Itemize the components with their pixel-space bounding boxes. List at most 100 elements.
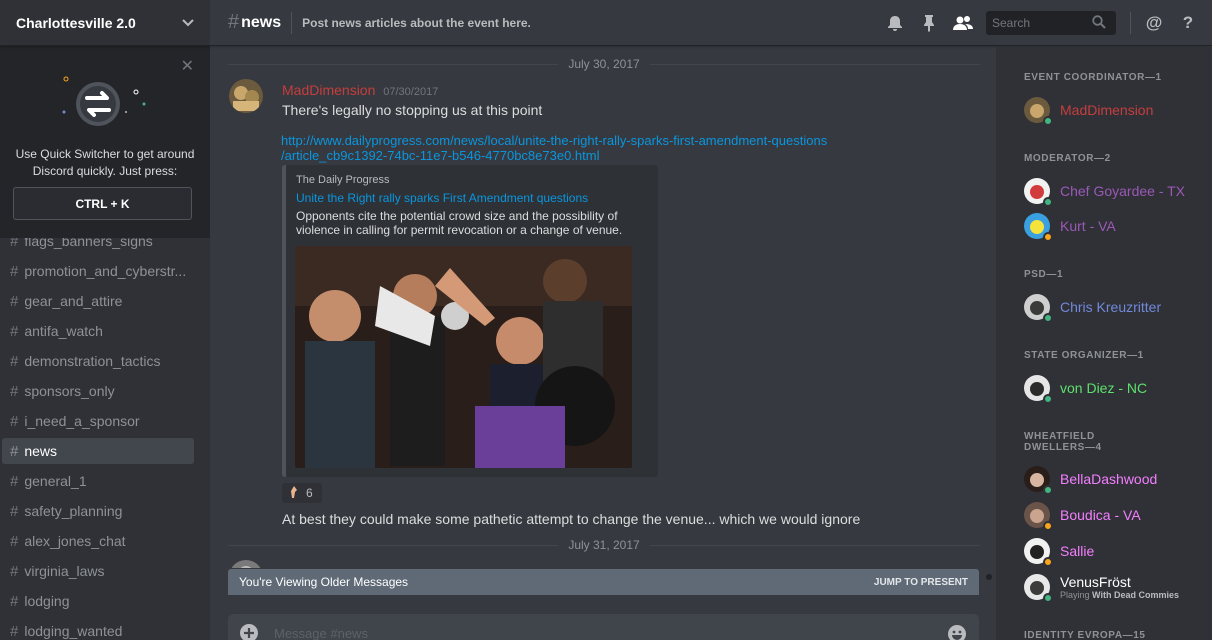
status-icon xyxy=(1043,394,1053,404)
channel-list: # flags_banners_signs # promotion_and_cyber… xyxy=(0,228,210,640)
avatar[interactable] xyxy=(229,560,263,568)
close-icon[interactable]: ✕ xyxy=(181,56,194,76)
embed-title[interactable]: Unite the Right rally sparks First Amend… xyxy=(296,191,648,205)
pin-icon[interactable] xyxy=(917,11,941,35)
message-text: There's legally no stopping us at this p… xyxy=(282,102,543,118)
channel-name: lodging_wanted xyxy=(24,623,123,639)
channel-name: sponsors_only xyxy=(24,383,115,399)
popout-message: Use Quick Switcher to get around Discord… xyxy=(15,147,195,178)
member-item[interactable]: Chris Kreuzritter xyxy=(1024,291,1204,323)
member-item[interactable]: Kurt - VA xyxy=(1024,210,1204,242)
link-line: http://www.dailyprogress.com/news/local/… xyxy=(281,133,828,148)
hash-icon: # xyxy=(10,472,19,490)
channel-item[interactable]: # general_1 xyxy=(2,468,194,494)
channel-name: safety_planning xyxy=(24,503,123,519)
scrollbar[interactable] xyxy=(986,574,992,580)
date-label: July 30, 2017 xyxy=(568,57,640,71)
jump-to-present-button[interactable]: JUMP TO PRESENT xyxy=(874,577,968,588)
reaction[interactable]: 6 xyxy=(282,483,322,503)
member-item[interactable]: von Diez - NC xyxy=(1024,372,1204,404)
member-group-header: MODERATOR—2 xyxy=(1024,153,1111,164)
search-box[interactable] xyxy=(986,11,1116,35)
mention-icon[interactable]: @ xyxy=(1142,11,1166,35)
channel-item[interactable]: # lodging xyxy=(2,588,194,614)
member-item[interactable]: Chef Goyardee - TX xyxy=(1024,175,1204,207)
channel-item[interactable]: # promotion_and_cyberstr... xyxy=(2,258,194,284)
avatar xyxy=(1024,466,1053,495)
embed-description: Opponents cite the potential crowd size … xyxy=(296,209,623,237)
channel-item[interactable]: # safety_planning xyxy=(2,498,194,524)
server-header[interactable]: Charlottesville 2.0 xyxy=(0,0,210,46)
older-messages-bar: You're Viewing Older Messages JUMP TO PR… xyxy=(228,569,979,595)
date-divider: July 30, 2017 xyxy=(228,57,981,71)
member-item[interactable]: BellaDashwood xyxy=(1024,463,1204,495)
add-attachment-icon[interactable] xyxy=(240,624,258,640)
link-line: /article_cb9c1392-74bc-11e7-b546-4770bc8… xyxy=(281,148,600,163)
hash-icon: # xyxy=(10,592,19,610)
member-item[interactable]: Boudica - VA xyxy=(1024,499,1204,531)
avatar xyxy=(1024,213,1053,242)
member-name: BellaDashwood xyxy=(1060,471,1158,487)
member-item[interactable]: VenusFröst Playing With Dead Commies xyxy=(1024,571,1204,603)
chevron-down-icon[interactable] xyxy=(182,16,194,30)
channel-name: promotion_and_cyberstr... xyxy=(24,263,187,279)
channel-header: # news Post news articles about the even… xyxy=(210,0,1212,46)
embed-provider: The Daily Progress xyxy=(296,174,390,186)
embed-image[interactable] xyxy=(295,246,632,468)
avatar xyxy=(1024,375,1053,404)
message-link[interactable]: http://www.dailyprogress.com/news/local/… xyxy=(281,133,921,163)
member-name: Sallie xyxy=(1060,543,1095,559)
search-input[interactable] xyxy=(992,16,1092,30)
message-composer xyxy=(228,614,979,640)
bell-icon[interactable] xyxy=(883,11,907,35)
message-input[interactable] xyxy=(274,626,947,640)
hash-icon: # xyxy=(10,292,19,310)
channel-name: news xyxy=(24,443,58,459)
channel-name: demonstration_tactics xyxy=(24,353,161,369)
channel-name: lodging xyxy=(24,593,70,609)
help-icon[interactable]: ? xyxy=(1176,11,1200,35)
channel-item[interactable]: # demonstration_tactics xyxy=(2,348,194,374)
older-messages-notice: You're Viewing Older Messages xyxy=(239,575,409,589)
date-divider: July 31, 2017 xyxy=(228,538,981,552)
members-icon[interactable] xyxy=(951,11,975,35)
quick-switcher-icon xyxy=(62,76,146,126)
search-icon xyxy=(1092,14,1106,32)
channel-item[interactable]: # gear_and_attire xyxy=(2,288,194,314)
member-list: EVENT COORDINATOR—1 MadDimension MODERATOR… xyxy=(996,47,1212,640)
channel-item[interactable]: # alex_jones_chat xyxy=(2,528,194,554)
quick-switcher-popout: ✕ Use Quick Switcher to get around Disco… xyxy=(0,46,210,238)
channel-item[interactable]: # antifa_watch xyxy=(2,318,194,344)
hash-icon: # xyxy=(10,262,19,280)
member-name: Chef Goyardee - TX xyxy=(1060,183,1186,199)
hash-icon: # xyxy=(10,532,19,550)
member-name: Kurt - VA xyxy=(1060,218,1116,234)
channel-item[interactable]: # lodging_wanted xyxy=(2,618,194,640)
emoji-icon[interactable] xyxy=(947,624,967,640)
status-icon xyxy=(1043,116,1053,126)
channel-name: general_1 xyxy=(24,473,87,489)
channel-item[interactable]: # i_need_a_sponsor xyxy=(2,408,194,434)
channel-item[interactable]: # virginia_laws xyxy=(2,558,194,584)
channel-name: i_need_a_sponsor xyxy=(24,413,140,429)
link-embed: The Daily Progress Unite the Right rally… xyxy=(282,165,658,477)
channel-name: antifa_watch xyxy=(24,323,103,339)
channel-topic: Post news articles about the event here. xyxy=(302,15,531,30)
member-item[interactable]: MadDimension xyxy=(1024,94,1204,126)
hash-icon: # xyxy=(10,562,19,580)
avatar xyxy=(1024,294,1053,323)
avatar xyxy=(1024,97,1053,126)
channel-item[interactable]: # news xyxy=(2,438,194,464)
member-group-header: IDENTITY EVROPA—15 xyxy=(1024,630,1146,640)
status-icon xyxy=(1043,313,1053,323)
server-name: Charlottesville 2.0 xyxy=(16,14,136,31)
message-author[interactable]: MadDimension xyxy=(282,82,375,98)
member-item[interactable]: Sallie xyxy=(1024,535,1204,567)
avatar xyxy=(1024,574,1053,603)
channel-name: alex_jones_chat xyxy=(24,533,126,549)
avatar[interactable] xyxy=(229,79,263,113)
member-group-header: STATE ORGANIZER—1 xyxy=(1024,350,1144,361)
avatar xyxy=(1024,178,1053,207)
channel-item[interactable]: # sponsors_only xyxy=(2,378,194,404)
hash-icon: # xyxy=(10,322,19,340)
